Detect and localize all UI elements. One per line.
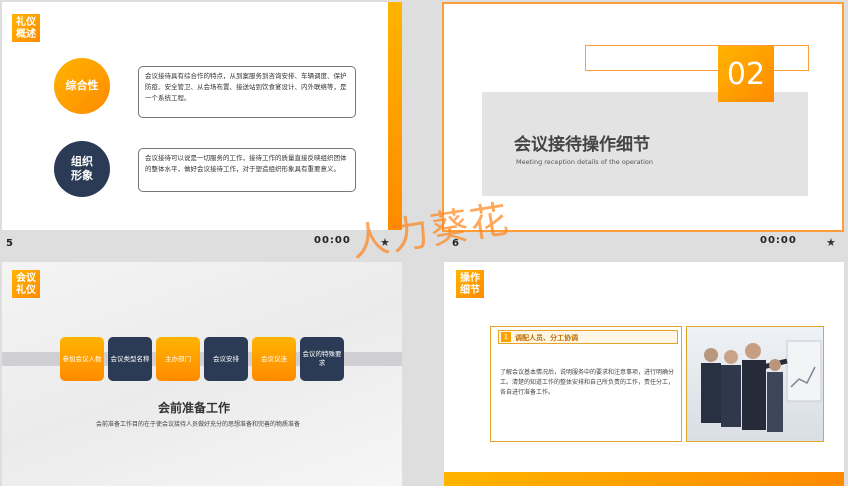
step-6: 会议的特殊要求 [300,337,344,381]
slide-5-duration: 00:00 [314,235,351,246]
step-3: 主办部门 [156,337,200,381]
section-tag: 礼仪 概述 [12,14,40,42]
section-tag: 会议 礼仪 [12,270,40,298]
step-label: 会议的特殊要求 [302,350,342,367]
circle-label: 组织 形象 [71,155,93,182]
slide-subtitle: 会前准备工作目的在于使会议接待人员做好充分的思想准备和完善的物质准备 [96,421,301,428]
slide-7[interactable]: 会议 礼仪 参加会议人数 会议类型名称 主办部门 会议安排 会议议连 会议的特殊… [2,262,402,486]
text-box-2-text: 会议接待可以说是一切服务的工作，接待工作的质量直接反映组织团体的整体水平，做好会… [145,154,347,173]
slide-8[interactable]: 操作 细节 1 调配人员、分工协调 了解会议基本情况后，说明服务中的要求和注意事… [444,262,844,486]
content-header: 1 调配人员、分工协调 [498,330,678,344]
step-label: 会议安排 [213,354,239,363]
step-label: 会议议连 [261,354,287,363]
text-box-2: 会议接待可以说是一切服务的工作，接待工作的质量直接反映组织团体的整体水平，做好会… [138,148,356,192]
section-tag: 操作 细节 [456,270,484,298]
step-5: 会议议连 [252,337,296,381]
accent-bar [444,472,844,486]
step-label: 主办部门 [165,354,191,363]
step-1: 参加会议人数 [60,337,104,381]
step-label: 会议类型名称 [110,354,150,363]
slide-6-star-icon[interactable]: ★ [826,236,836,249]
circle-label: 综合性 [65,79,99,92]
header-number: 1 [501,332,511,342]
slide-6-duration: 00:00 [760,235,797,246]
content-body: 了解会议基本情况后，说明服务中的要求和注意事项，进行明确分工。清楚的知道工作的整… [500,369,675,396]
header-label: 调配人员、分工协调 [515,334,578,342]
text-box-1-text: 会议接待具有综合作的特点，从到案服务到咨询安排、车辆调度、保护防疫、安全管卫、从… [145,72,347,102]
slide-5-number: 5 [6,238,13,249]
accent-bar [388,2,402,230]
slide-5[interactable]: 礼仪 概述 综合性 组织 形象 会议接待具有综合作的特点，从到案服务到咨询安排、… [2,2,402,230]
circle-comprehensive: 综合性 [54,58,110,114]
slide-title: 会前准备工作 [158,401,231,415]
business-people-photo [686,326,824,442]
step-2: 会议类型名称 [108,337,152,381]
photo-illustration [701,340,822,432]
text-box-1: 会议接待具有综合作的特点，从到案服务到咨询安排、车辆调度、保护防疫、安全管卫、从… [138,66,356,118]
circle-organization-image: 组织 形象 [54,141,110,197]
step-4: 会议安排 [204,337,248,381]
step-label: 参加会议人数 [62,354,102,363]
